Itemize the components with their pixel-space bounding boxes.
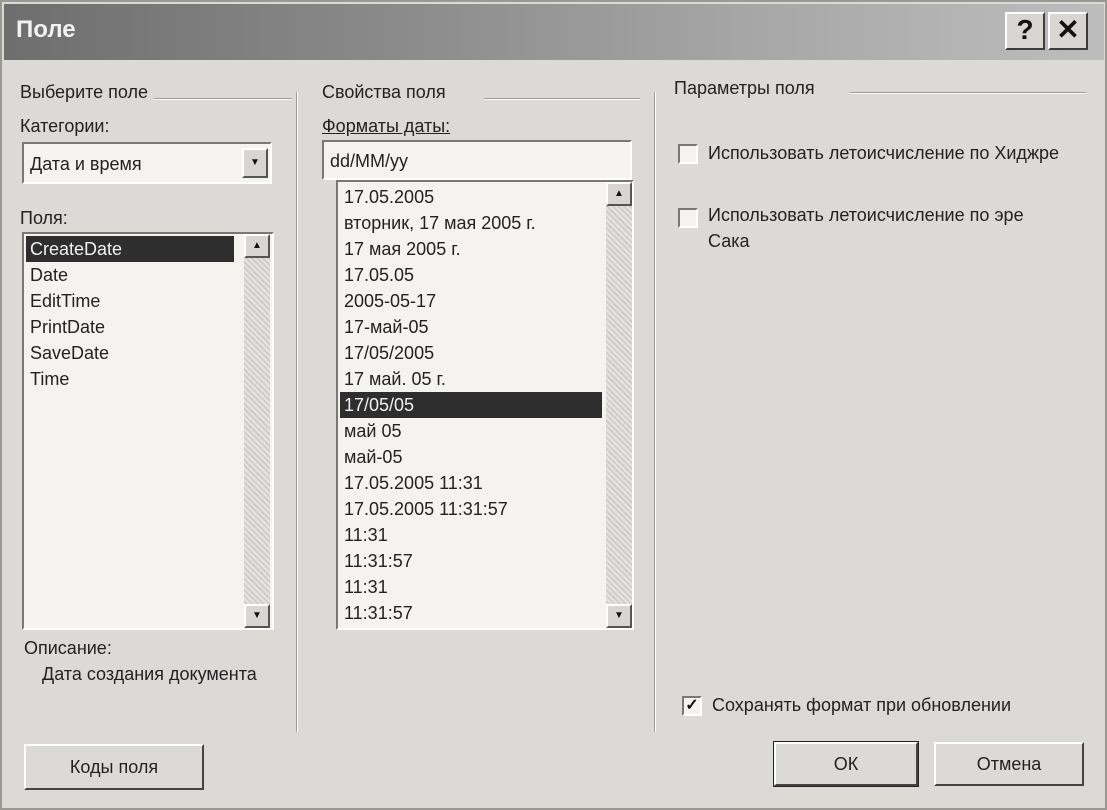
category-value: Дата и время [30,154,142,174]
date-formats-listbox[interactable]: 17.05.2005 вторник, 17 мая 2005 г. 17 мая … [336,180,634,630]
date-format-list-item[interactable]: 17/05/05 [340,392,602,418]
date-format-list-item[interactable]: 17/05/2005 [340,340,602,366]
date-format-input[interactable]: dd/MM/yy [322,140,632,180]
title-bar[interactable]: Поле ? ✕ [4,4,1104,60]
date-format-list-item[interactable]: 11:31:57 [340,600,602,626]
column-separator [296,92,298,732]
date-format-list-item[interactable]: 17 май. 05 г. [340,366,602,392]
field-list-item[interactable]: Date [26,262,234,288]
fields-label: Поля: [20,208,68,228]
cancel-button[interactable]: Отмена [934,742,1084,786]
select-field-group-title: Выберите поле [20,82,155,103]
help-button[interactable]: ? [1005,12,1045,50]
saka-calendar-checkbox[interactable] [678,208,698,228]
preserve-format-checkbox[interactable]: ✓ [682,696,702,716]
field-properties-group-title: Свойства поля [322,82,452,103]
date-format-list-item[interactable]: 11:31 [340,522,602,548]
date-format-list-item[interactable]: 17.05.05 [340,262,602,288]
preserve-format-label: Сохранять формат при обновлении [712,695,1012,715]
field-list-item[interactable]: EditTime [26,288,234,314]
date-format-list-item[interactable]: 17.05.2005 11:31 [340,470,602,496]
date-format-list-item[interactable]: май 05 [340,418,602,444]
group-divider [484,98,640,100]
field-list-item[interactable]: Time [26,366,234,392]
saka-calendar-label: Использовать летоисчисление по эре Сака [708,205,1024,251]
field-codes-button[interactable]: Коды поля [24,744,204,790]
fields-list: CreateDate Date EditTime PrintDate SaveDate T… [26,236,234,626]
date-format-value: dd/MM/yy [330,151,409,171]
scroll-down-icon[interactable]: ▼ [606,604,632,628]
group-divider [850,92,1086,94]
date-formats-label: Форматы даты: [322,116,451,136]
formats-scrollbar[interactable]: ▲ ▼ [606,182,632,628]
date-format-list-item[interactable]: 2005-05-17 [340,288,602,314]
category-combobox[interactable]: Дата и время ▼ [22,142,272,184]
close-button[interactable]: ✕ [1048,12,1088,50]
ok-button[interactable]: ОК [773,741,919,787]
date-format-list-item[interactable]: май-05 [340,444,602,470]
date-format-list-item[interactable]: 17 мая 2005 г. [340,236,602,262]
scroll-down-icon[interactable]: ▼ [244,604,270,628]
group-divider [152,98,292,100]
categories-label: Категории: [20,116,110,136]
date-format-list-item[interactable]: вторник, 17 мая 2005 г. [340,210,602,236]
field-dialog: Поле ? ✕ Выберите поле Категории: Дата и… [0,0,1107,810]
date-format-list-item[interactable]: 17.05.2005 11:31:57 [340,496,602,522]
date-format-list-item[interactable]: 17-май-05 [340,314,602,340]
date-format-list-item[interactable]: 11:31:57 [340,548,602,574]
fields-scrollbar[interactable]: ▲ ▼ [244,234,270,628]
field-list-item[interactable]: PrintDate [26,314,234,340]
field-list-item[interactable]: CreateDate [26,236,234,262]
column-separator [654,92,656,732]
hijri-calendar-label: Использовать летоисчисление по Хиджре [708,143,1059,163]
date-format-list-item[interactable]: 17.05.2005 [340,184,602,210]
dialog-title: Поле [16,16,76,43]
date-formats-list: 17.05.2005 вторник, 17 мая 2005 г. 17 мая … [340,184,602,626]
description-label: Описание: [24,638,112,658]
scroll-up-icon[interactable]: ▲ [606,182,632,206]
fields-listbox[interactable]: CreateDate Date EditTime PrintDate SaveDate T… [22,232,274,630]
chevron-down-icon[interactable]: ▼ [242,148,268,178]
date-format-list-item[interactable]: 11:31 [340,574,602,600]
field-list-item[interactable]: SaveDate [26,340,234,366]
hijri-calendar-checkbox[interactable] [678,144,698,164]
scroll-up-icon[interactable]: ▲ [244,234,270,258]
description-text: Дата создания документа [42,664,257,684]
field-options-group-title: Параметры поля [674,78,821,99]
